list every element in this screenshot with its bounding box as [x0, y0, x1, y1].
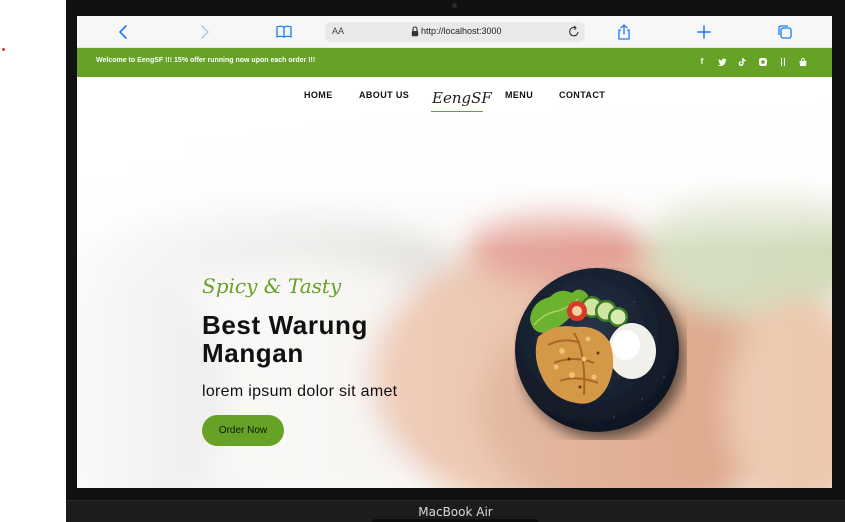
nav-about-link[interactable]: ABOUT US: [359, 90, 409, 100]
tiktok-icon[interactable]: [737, 57, 747, 67]
logo-underline: [431, 111, 483, 112]
shop-icon[interactable]: [798, 57, 808, 67]
forward-icon[interactable]: [195, 23, 213, 41]
site-logo[interactable]: EengSF: [432, 89, 492, 107]
facebook-icon[interactable]: f: [697, 57, 707, 67]
hero-title: Best Warung Mangan: [202, 310, 368, 368]
twitter-icon[interactable]: [717, 57, 727, 67]
share-icon[interactable]: [615, 23, 633, 41]
lock-icon: [411, 26, 419, 37]
food-plate-image: [515, 268, 679, 432]
laptop-model-label: MacBook Air: [418, 505, 493, 519]
laptop-bottom-bezel: MacBook Air: [66, 500, 845, 522]
order-now-button[interactable]: Order Now: [202, 415, 284, 446]
red-dot-marker: [2, 48, 5, 51]
url-text: http://localhost:3000: [421, 26, 502, 36]
promo-bar: Welcome to EengSF !!! 15% offer running …: [77, 48, 832, 77]
instagram-icon[interactable]: [758, 57, 768, 67]
hero-tagline: Spicy & Tasty: [202, 274, 342, 298]
nav-menu-link[interactable]: MENU: [505, 90, 533, 100]
browser-toolbar: AA http://localhost:3000: [77, 16, 832, 48]
nav-contact-link[interactable]: CONTACT: [559, 90, 605, 100]
hero-section: HOME ABOUT US EengSF MENU CONTACT Spicy …: [77, 77, 832, 488]
bookmarks-icon[interactable]: [275, 23, 293, 41]
divider-icon: [780, 58, 786, 66]
camera-dot: [452, 3, 457, 8]
back-icon[interactable]: [115, 23, 133, 41]
new-tab-icon[interactable]: [695, 23, 713, 41]
browser-screen: AA http://localhost:3000 Welcome to Eeng…: [77, 16, 832, 488]
nav-home-link[interactable]: HOME: [304, 90, 333, 100]
reader-aa-button[interactable]: AA: [332, 26, 344, 36]
main-nav: HOME ABOUT US EengSF MENU CONTACT: [77, 77, 832, 127]
address-bar[interactable]: AA http://localhost:3000: [325, 22, 585, 42]
macbook-frame: AA http://localhost:3000 Welcome to Eeng…: [66, 0, 845, 522]
hero-subtitle: lorem ipsum dolor sit amet: [202, 383, 398, 400]
hero-background-image: [77, 77, 832, 488]
promo-text: Welcome to EengSF !!! 15% offer running …: [96, 57, 316, 64]
tabs-overview-icon[interactable]: [776, 23, 794, 41]
reload-icon[interactable]: [568, 25, 580, 38]
